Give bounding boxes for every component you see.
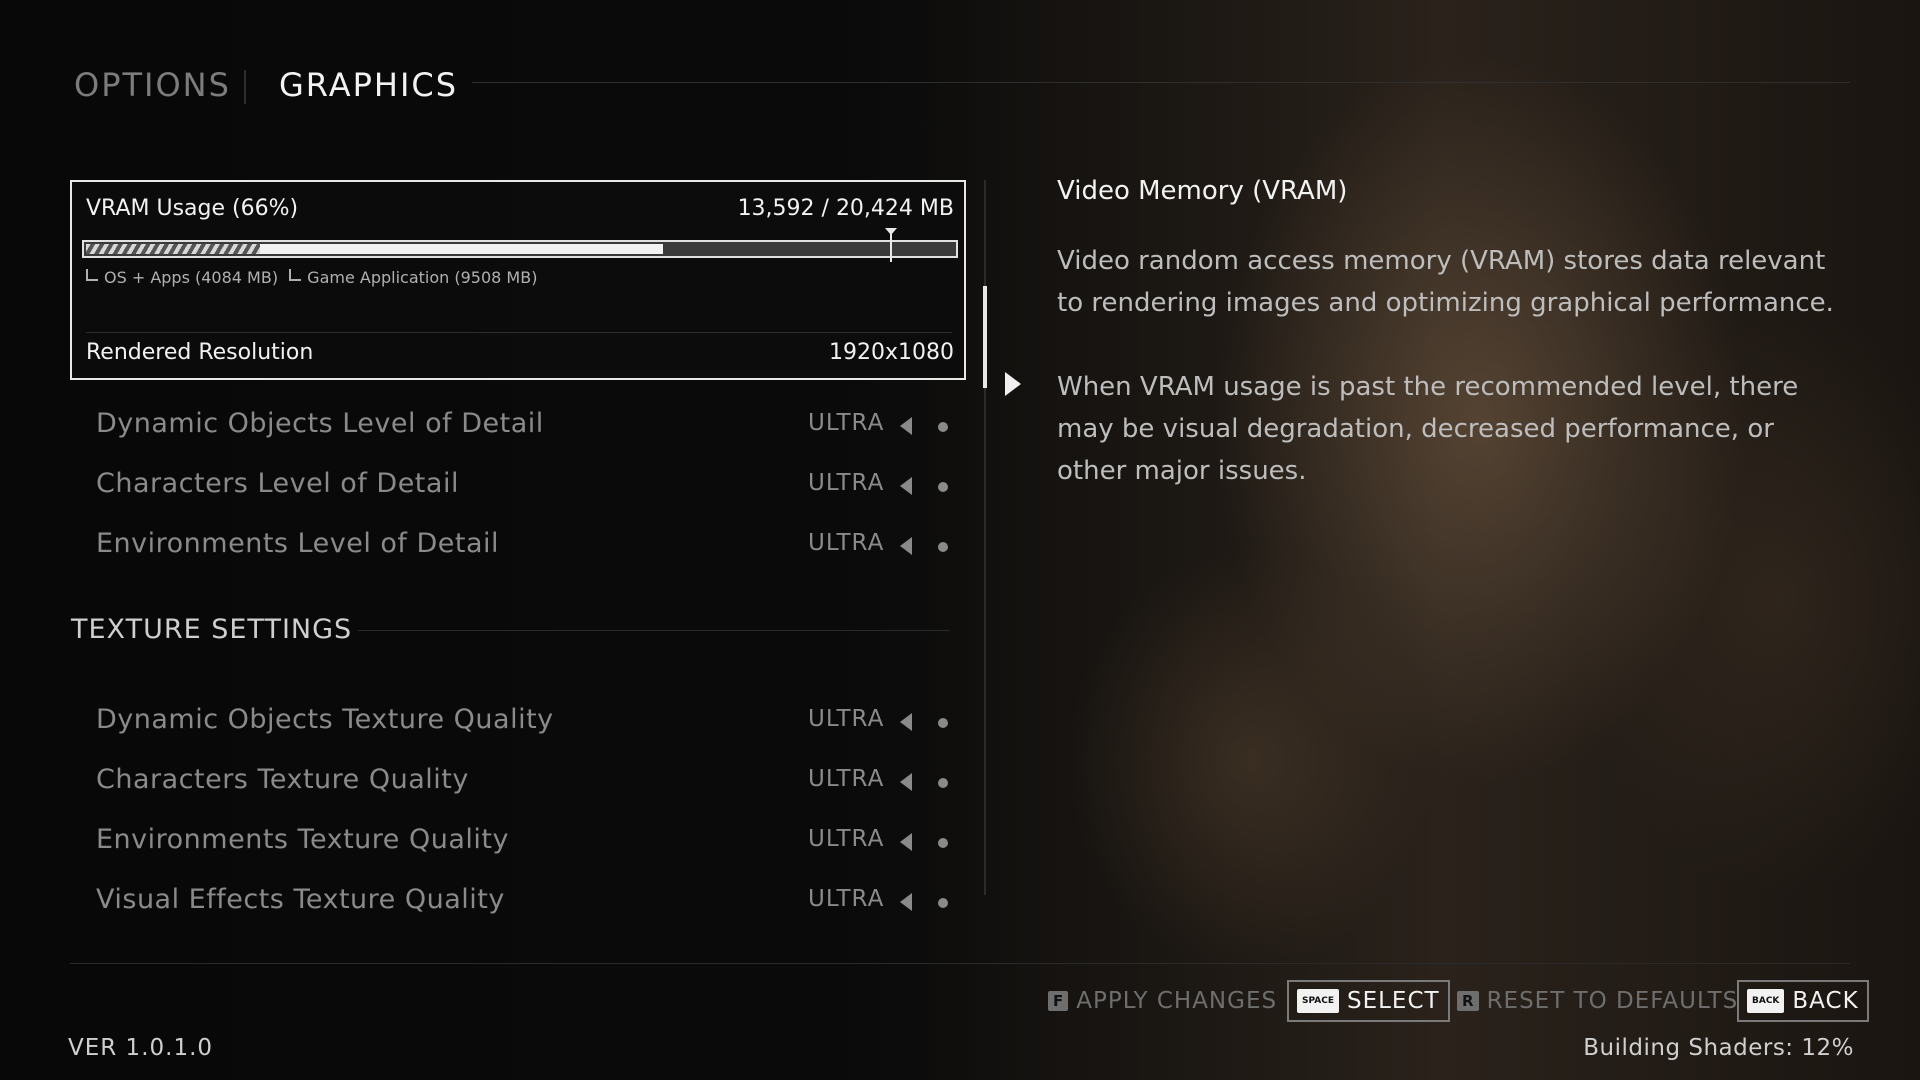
legend-game-application: Game Application (9508 MB) xyxy=(307,268,538,287)
select-button[interactable]: SPACE SELECT xyxy=(1287,980,1450,1022)
tab-separator xyxy=(244,70,246,104)
setting-value: ULTRA xyxy=(808,706,885,732)
header-divider xyxy=(472,82,1850,83)
key-space-icon: SPACE xyxy=(1297,989,1339,1013)
arrow-left-icon[interactable] xyxy=(900,477,912,495)
setting-row-characters-texture[interactable]: Characters Texture Quality ULTRA xyxy=(96,758,956,802)
key-f-icon: F xyxy=(1048,991,1069,1011)
setting-value: ULTRA xyxy=(808,470,885,496)
description-paragraph: When VRAM usage is past the recommended … xyxy=(1057,372,1799,486)
section-divider xyxy=(358,630,950,631)
apply-changes-button[interactable]: F APPLY CHANGES xyxy=(1048,980,1277,1022)
reset-to-defaults-label: RESET TO DEFAULTS xyxy=(1486,988,1739,1014)
back-button[interactable]: BACK BACK xyxy=(1737,980,1869,1022)
rendered-resolution-value: 1920x1080 xyxy=(829,340,954,365)
dot-icon xyxy=(938,422,948,432)
setting-row-dynamic-objects-lod[interactable]: Dynamic Objects Level of Detail ULTRA xyxy=(96,402,956,446)
key-back-icon: BACK xyxy=(1747,989,1785,1013)
back-label: BACK xyxy=(1792,988,1859,1014)
setting-label: Characters Level of Detail xyxy=(96,468,459,499)
arrow-left-icon[interactable] xyxy=(900,893,912,911)
select-label: SELECT xyxy=(1346,988,1440,1014)
setting-row-visual-effects-texture[interactable]: Visual Effects Texture Quality ULTRA xyxy=(96,878,956,922)
legend-corner-icon xyxy=(289,269,302,281)
tab-graphics[interactable]: GRAPHICS xyxy=(279,66,458,104)
legend-os-apps: OS + Apps (4084 MB) xyxy=(104,268,279,287)
vram-usage-label: VRAM Usage (66%) xyxy=(86,196,299,221)
vram-game-segment xyxy=(259,244,664,254)
arrow-left-icon[interactable] xyxy=(900,537,912,555)
setting-value: ULTRA xyxy=(808,886,885,912)
description-paragraph: Video random access memory (VRAM) stores… xyxy=(1057,246,1834,318)
apply-changes-label: APPLY CHANGES xyxy=(1076,988,1278,1014)
setting-row-environments-lod[interactable]: Environments Level of Detail ULTRA xyxy=(96,522,956,566)
vram-usage-value: 13,592 / 20,424 MB xyxy=(737,196,954,221)
setting-label: Environments Texture Quality xyxy=(96,824,509,855)
setting-row-dynamic-objects-texture[interactable]: Dynamic Objects Texture Quality ULTRA xyxy=(96,698,956,742)
header: OPTIONS GRAPHICS xyxy=(74,62,1850,112)
dot-icon xyxy=(938,542,948,552)
legend-corner-icon xyxy=(86,269,98,281)
dot-icon xyxy=(938,898,948,908)
dot-icon xyxy=(938,482,948,492)
vram-recommended-marker-tip xyxy=(884,228,897,235)
rendered-resolution-label: Rendered Resolution xyxy=(86,340,314,365)
vram-divider xyxy=(86,332,952,333)
setting-value: ULTRA xyxy=(808,530,885,556)
setting-label: Environments Level of Detail xyxy=(96,528,500,559)
vram-legend: OS + Apps (4084 MB) Game Application (95… xyxy=(86,268,543,287)
texture-settings-heading: TEXTURE SETTINGS xyxy=(71,614,353,645)
footer-divider xyxy=(70,963,1850,964)
arrow-left-icon[interactable] xyxy=(900,713,912,731)
setting-label: Dynamic Objects Level of Detail xyxy=(96,408,544,439)
tab-options[interactable]: OPTIONS xyxy=(74,66,231,104)
arrow-left-icon[interactable] xyxy=(900,417,912,435)
setting-row-characters-lod[interactable]: Characters Level of Detail ULTRA xyxy=(96,462,956,506)
arrow-left-icon[interactable] xyxy=(900,833,912,851)
dot-icon xyxy=(938,838,948,848)
description-title: Video Memory (VRAM) xyxy=(1057,176,1348,206)
version-label: VER 1.0.1.0 xyxy=(68,1035,214,1061)
setting-value: ULTRA xyxy=(808,766,885,792)
vram-os-apps-segment xyxy=(86,244,260,254)
dot-icon xyxy=(938,718,948,728)
scrollbar-thumb[interactable] xyxy=(983,286,987,388)
setting-row-environments-texture[interactable]: Environments Texture Quality ULTRA xyxy=(96,818,956,862)
setting-value: ULTRA xyxy=(808,410,885,436)
vram-usage-panel: VRAM Usage (66%) 13,592 / 20,424 MB OS +… xyxy=(70,180,966,380)
reset-to-defaults-button[interactable]: R RESET TO DEFAULTS xyxy=(1457,980,1738,1022)
setting-label: Visual Effects Texture Quality xyxy=(96,884,505,915)
arrow-left-icon[interactable] xyxy=(900,773,912,791)
setting-value: ULTRA xyxy=(808,826,885,852)
setting-label: Characters Texture Quality xyxy=(96,764,469,795)
vram-usage-bar xyxy=(82,228,958,262)
setting-label: Dynamic Objects Texture Quality xyxy=(96,704,554,735)
mouse-cursor-icon xyxy=(1005,372,1021,396)
dot-icon xyxy=(938,778,948,788)
key-r-icon: R xyxy=(1457,991,1479,1011)
building-shaders-status: Building Shaders: 12% xyxy=(1583,1035,1854,1061)
